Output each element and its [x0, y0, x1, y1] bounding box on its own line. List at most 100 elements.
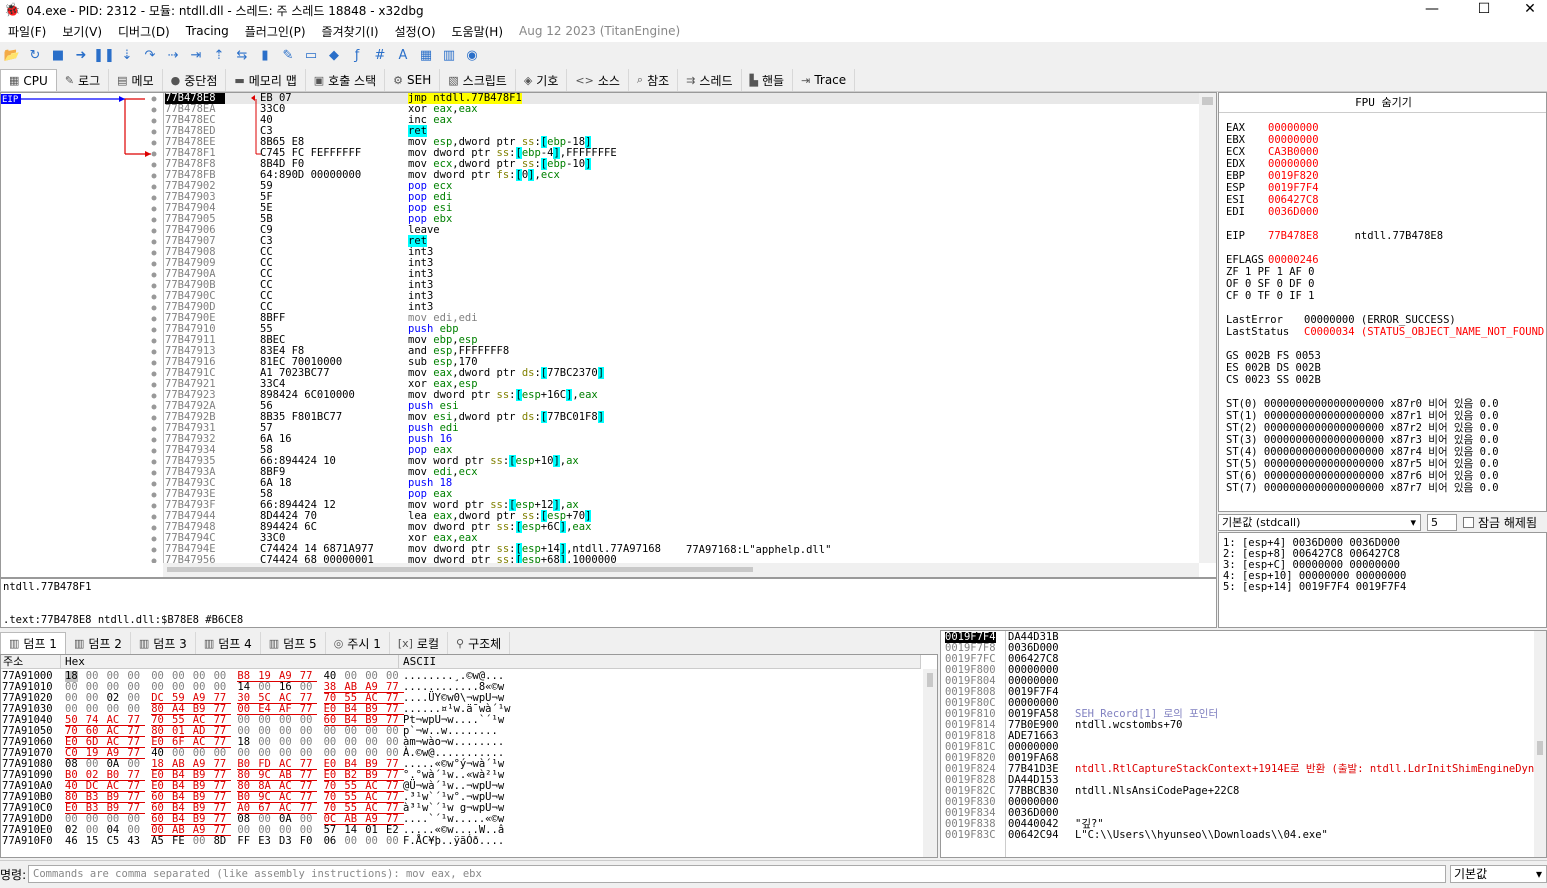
tab-trace[interactable]: ⇥ Trace: [793, 69, 856, 91]
breakpoint-dot[interactable]: [151, 481, 157, 487]
tab-notes[interactable]: ▤ 메모: [109, 69, 163, 91]
menu-item-7[interactable]: 도움말(H): [444, 23, 512, 40]
breakpoint-dot[interactable]: [151, 184, 157, 190]
tab-symbols[interactable]: ◈ 기호: [516, 69, 568, 91]
command-input[interactable]: Commands are comma separated (like assem…: [28, 865, 1446, 883]
disasm-row[interactable]: 77B47905 5B pop ebx: [164, 214, 1199, 225]
minimize-button[interactable]: —: [1409, 0, 1455, 20]
disasm-row[interactable]: 77B47931 57 push edi: [164, 423, 1199, 434]
disasm-row[interactable]: 77B47932 6A 16 push 16: [164, 434, 1199, 445]
breakpoint-dot[interactable]: [151, 558, 157, 564]
disasm-row[interactable]: 77B47948 894424 6C mov dword ptr ss:[esp+6…: [164, 521, 1199, 533]
disasm-row[interactable]: 77B478E8 EB 07 jmp ntdll.77B478F1: [164, 93, 1199, 104]
close-button[interactable]: ✕: [1507, 0, 1547, 20]
disasm-row[interactable]: 77B4790E 8BFF mov edi,edi: [164, 313, 1199, 324]
breakpoint-dot[interactable]: [151, 415, 157, 421]
command-type-select[interactable]: 기본값 ▾: [1450, 865, 1547, 883]
step-over-icon[interactable]: ↷: [140, 45, 160, 65]
fpu-st-register[interactable]: ST(5) 0000000000000000000 x87r5 비어 있음 0.…: [1226, 458, 1499, 470]
disasm-row[interactable]: 77B47909 CC int3: [164, 258, 1199, 269]
breakpoint-dot[interactable]: [151, 448, 157, 454]
globe-icon[interactable]: ◉: [462, 45, 482, 65]
breakpoint-dot[interactable]: [151, 129, 157, 135]
breakpoint-dot[interactable]: [151, 536, 157, 542]
breakpoint-dot[interactable]: [151, 305, 157, 311]
breakpoint-dot[interactable]: [151, 382, 157, 388]
tab-threads[interactable]: ⇉ 스레드: [678, 69, 742, 91]
stack-vscroll[interactable]: [1534, 631, 1546, 857]
register-edi[interactable]: EDI 0036D000: [1226, 206, 1319, 218]
register-ebx[interactable]: EBX 00000000: [1226, 134, 1319, 146]
tab-handles[interactable]: ▙ 핸들: [742, 69, 794, 91]
breakpoint-dot[interactable]: [151, 327, 157, 333]
menu-item-5[interactable]: 즐겨찾기(I): [314, 23, 387, 40]
tab-cpu[interactable]: ▦ CPU: [0, 69, 57, 91]
breakpoint-dot[interactable]: [151, 349, 157, 355]
breakpoint-dot[interactable]: [151, 250, 157, 256]
trace-over-icon[interactable]: ⇥: [186, 45, 206, 65]
execute-till-return-icon[interactable]: ⇡: [209, 45, 229, 65]
dump-tab-6[interactable]: [x] 로컬: [390, 632, 449, 654]
breakpoint-dot[interactable]: [151, 525, 157, 531]
tab-source[interactable]: <> 소스: [567, 69, 629, 91]
fpu-st-register[interactable]: ST(1) 0000000000000000000 x87r1 비어 있음 0.…: [1226, 410, 1499, 422]
dump-tab-5[interactable]: ◎ 주시 1: [326, 632, 390, 654]
disassembly-vscroll[interactable]: [1199, 93, 1216, 563]
stop-icon[interactable]: ■: [48, 45, 68, 65]
disasm-row[interactable]: 77B4790C CC int3: [164, 291, 1199, 302]
fpu-st-register[interactable]: ST(7) 0000000000000000000 x87r7 비어 있음 0.…: [1226, 482, 1499, 494]
breakpoint-dot[interactable]: [151, 118, 157, 124]
menu-item-2[interactable]: 디버그(D): [110, 23, 178, 40]
disasm-row[interactable]: 77B47906 C9 leave: [164, 225, 1199, 236]
lock-checkbox[interactable]: [1463, 516, 1474, 528]
disasm-row[interactable]: 77B478F1 C745 FC FEFFFFFF mov dword ptr ss…: [164, 147, 1199, 159]
disasm-row[interactable]: 77B47923 898424 6C010000 mov dword ptr ss:…: [164, 389, 1199, 401]
font-icon[interactable]: A: [393, 45, 413, 65]
breakpoint-dot[interactable]: [151, 261, 157, 267]
breakpoint-dot[interactable]: [151, 140, 157, 146]
breakpoint-dot[interactable]: [151, 371, 157, 377]
flags-line[interactable]: ZF 1 PF 1 AF 0: [1226, 266, 1315, 278]
register-esi[interactable]: ESI 006427C8: [1226, 194, 1319, 206]
comment-icon[interactable]: ✎: [278, 45, 298, 65]
patch-icon[interactable]: ▮: [255, 45, 275, 65]
tab-log[interactable]: ✎ 로그: [57, 69, 110, 91]
tab-references[interactable]: ⌕ 참조: [629, 69, 679, 91]
disasm-row[interactable]: 77B47911 8BEC mov ebp,esp: [164, 335, 1199, 346]
stack-row[interactable]: 0019F83C 00642C94 L"C:\\Users\\hyunseo\\Do…: [941, 830, 1541, 841]
disasm-row[interactable]: 77B4792B 8B35 F801BC77 mov esi,dword ptr d…: [164, 411, 1199, 423]
segment-registers[interactable]: CS 0023 SS 002B: [1226, 374, 1321, 386]
calc-icon[interactable]: ▦: [416, 45, 436, 65]
run-to-user-icon[interactable]: ⇆: [232, 45, 252, 65]
fpu-st-register[interactable]: ST(6) 0000000000000000000 x87r6 비어 있음 0.…: [1226, 470, 1499, 482]
open-icon[interactable]: 📂: [2, 45, 22, 65]
disasm-row[interactable]: 77B478FB 64:890D 00000000 mov dword ptr fs…: [164, 169, 1199, 181]
menu-item-6[interactable]: 설정(O): [387, 23, 444, 40]
tab-call-stack[interactable]: ▣ 호출 스택: [306, 69, 386, 91]
dump-tab-3[interactable]: ▥ 덤프 4: [196, 632, 261, 654]
disassembly-view[interactable]: EIP 77B478E8 EB 07 jmp ntdll.77B478F1 77B47…: [0, 92, 1217, 578]
breakpoint-dot[interactable]: [151, 173, 157, 179]
tab-breakpoint[interactable]: ● 중단점: [163, 69, 227, 91]
disasm-row[interactable]: 77B478EA 33C0 xor eax,eax: [164, 104, 1199, 115]
pause-icon[interactable]: ❚❚: [93, 45, 115, 65]
fpu-st-register[interactable]: ST(4) 0000000000000000000 x87r4 비어 있음 0.…: [1226, 446, 1499, 458]
disasm-row[interactable]: 77B4790B CC int3: [164, 280, 1199, 291]
label-icon[interactable]: ▭: [301, 45, 321, 65]
stack-view[interactable]: 0019F7F4 DA44D31B 0019F7F8 0036D000 0019F7FC…: [940, 630, 1547, 858]
breakpoint-dot[interactable]: [151, 239, 157, 245]
disasm-row[interactable]: 77B47907 C3 ret: [164, 235, 1199, 247]
breakpoint-dot[interactable]: [151, 503, 157, 509]
disasm-row[interactable]: 77B47903 5F pop edi: [164, 192, 1199, 203]
breakpoint-dot[interactable]: [151, 162, 157, 168]
fpu-toggle-button[interactable]: FPU 숨기기: [1219, 93, 1546, 113]
disasm-row[interactable]: 77B4793C 6A 18 push 18: [164, 478, 1199, 489]
breakpoint-dot[interactable]: [151, 107, 157, 113]
dump-tab-2[interactable]: ▥ 덤프 3: [131, 632, 196, 654]
tab-seh[interactable]: ⚙ SEH: [385, 69, 441, 91]
disassembly-hscroll[interactable]: [163, 563, 1199, 577]
menu-item-4[interactable]: 플러그인(P): [237, 23, 314, 40]
run-icon[interactable]: ➜: [71, 45, 91, 65]
disasm-row[interactable]: 77B478ED C3 ret: [164, 125, 1199, 137]
call-convention-select[interactable]: 기본값 (stdcall) ▾: [1218, 513, 1421, 531]
